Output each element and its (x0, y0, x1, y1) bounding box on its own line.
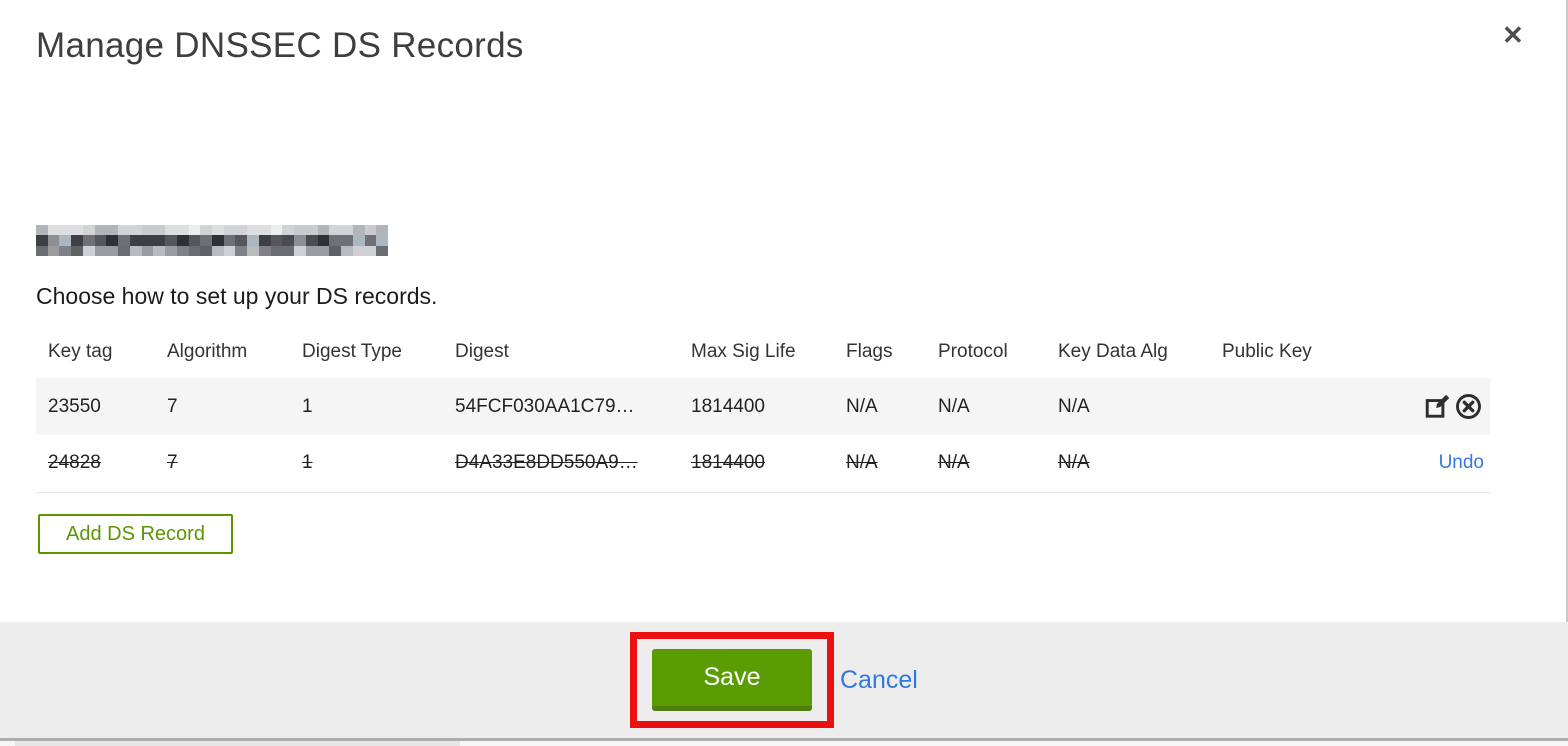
background-blur-content (15, 741, 460, 746)
col-header-public-key: Public Key (1222, 340, 1312, 362)
undo-link[interactable]: Undo (1439, 452, 1484, 473)
cell-protocol: N/A (926, 435, 1046, 493)
row-actions: Undo (1360, 435, 1490, 493)
col-header-max-sig-life: Max Sig Life (691, 340, 796, 362)
delete-record-icon[interactable] (1453, 393, 1484, 420)
table-row: 24828 7 1 D4A33E8DD550A9… 1814400 N/A N/… (36, 435, 1490, 493)
add-ds-record-button[interactable]: Add DS Record (38, 514, 233, 554)
cell-key-tag: 23550 (48, 395, 101, 417)
cell-max-sig-life: 1814400 (691, 395, 765, 417)
ds-records-table: Key tag Algorithm Digest Type Digest Max… (36, 325, 1490, 493)
cell-public-key (1210, 378, 1360, 435)
cell-protocol: N/A (938, 395, 970, 417)
cell-digest: 54FCF030AA1C79… (455, 395, 635, 417)
cell-digest-type: 1 (302, 395, 313, 417)
col-header-digest: Digest (455, 340, 509, 362)
col-header-key-tag: Key tag (48, 340, 113, 362)
col-header-flags: Flags (846, 340, 893, 362)
close-icon[interactable]: ✕ (1498, 18, 1528, 52)
cell-public-key (1210, 435, 1360, 493)
col-header-key-data-alg: Key Data Alg (1058, 340, 1168, 362)
save-button[interactable]: Save (652, 649, 812, 711)
cell-algorithm: 7 (167, 395, 178, 417)
col-header-protocol: Protocol (938, 340, 1008, 362)
table-row: 23550 7 1 54FCF030AA1C79… 1814400 N/A N/… (36, 378, 1490, 435)
manage-dnssec-modal: Manage DNSSEC DS Records ✕ Choose how to… (0, 0, 1568, 746)
cell-max-sig-life: 1814400 (679, 435, 834, 493)
cell-flags: N/A (846, 395, 878, 417)
redacted-domain (36, 225, 388, 256)
instruction-text: Choose how to set up your DS records. (36, 283, 438, 309)
modal-footer: Save Cancel (0, 622, 1568, 738)
cell-key-data-alg: N/A (1058, 395, 1090, 417)
cell-flags: N/A (834, 435, 926, 493)
table-header-row: Key tag Algorithm Digest Type Digest Max… (36, 325, 1490, 378)
col-header-digest-type: Digest Type (302, 340, 402, 362)
cell-digest: D4A33E8DD550A9… (443, 435, 679, 493)
edit-record-icon[interactable] (1422, 393, 1453, 420)
cell-key-tag: 24828 (36, 435, 155, 493)
cell-digest-type: 1 (290, 435, 443, 493)
background-page-sliver (0, 741, 1568, 746)
annotation-rectangle: Save (630, 632, 834, 728)
row-actions (1360, 378, 1490, 435)
page-title: Manage DNSSEC DS Records (36, 26, 524, 65)
cancel-link[interactable]: Cancel (840, 666, 918, 695)
col-header-actions (1360, 325, 1490, 378)
cell-algorithm: 7 (155, 435, 290, 493)
cell-key-data-alg: N/A (1046, 435, 1210, 493)
col-header-algorithm: Algorithm (167, 340, 248, 362)
